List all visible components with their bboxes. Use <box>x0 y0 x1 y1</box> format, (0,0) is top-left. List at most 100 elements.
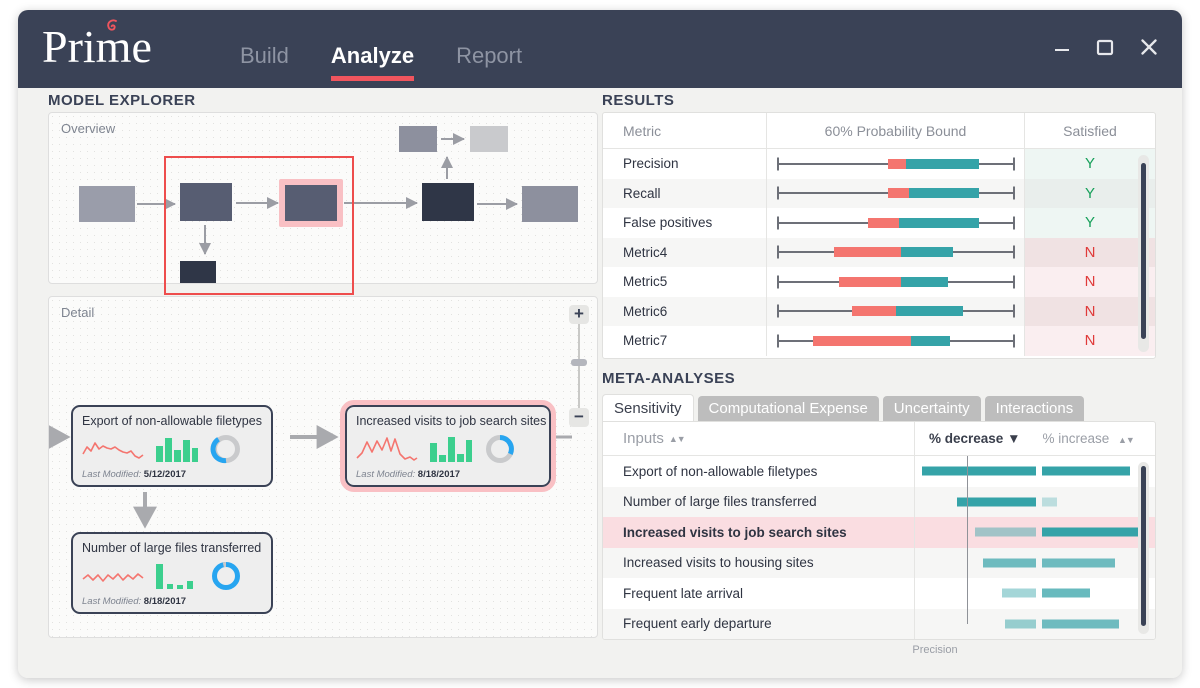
bound-segment-below <box>813 335 912 346</box>
bound-segment-above <box>911 335 951 346</box>
results-metric-name: Metric6 <box>603 296 767 326</box>
column-header-increase[interactable]: % increase ▲▼ <box>1042 431 1135 446</box>
sensitivity-table-row[interactable]: Increased visits to housing sites <box>603 547 1155 578</box>
tab-computational-expense[interactable]: Computational Expense <box>697 396 879 421</box>
sensitivity-table-row[interactable]: Increased visits to job search sites <box>603 517 1155 548</box>
results-table-row[interactable]: Precision Y <box>603 149 1155 179</box>
column-header-decrease[interactable]: % decrease ▼ <box>929 431 1020 446</box>
sensitivity-scrollbar-track[interactable] <box>1138 462 1149 634</box>
close-icon[interactable] <box>1138 36 1160 58</box>
bar-chart-icon <box>156 564 193 589</box>
maximize-icon[interactable] <box>1094 36 1116 58</box>
results-table-row[interactable]: Metric6 N <box>603 296 1155 326</box>
minimize-icon[interactable] <box>1052 37 1072 57</box>
sensitivity-bars-cell <box>915 578 1155 609</box>
satisfied-badge: Y <box>1025 208 1155 238</box>
nav-item-report[interactable]: Report <box>456 43 522 81</box>
sparkline-icon <box>82 573 144 582</box>
satisfied-badge: N <box>1025 326 1155 356</box>
sensitivity-table-row[interactable]: Frequent late arrival <box>603 578 1155 609</box>
probability-bound-cell <box>767 237 1025 267</box>
node-card-title: Export of non-allowable filetypes <box>82 414 262 428</box>
column-header-metric[interactable]: Metric <box>603 113 767 148</box>
satisfied-badge: N <box>1025 296 1155 326</box>
node-card-modified-value: 8/18/2017 <box>143 596 187 607</box>
overview-panel[interactable]: Overview <box>48 112 598 295</box>
increase-bar <box>1042 466 1130 476</box>
probability-bound-cell <box>767 208 1025 238</box>
probability-bound-cell <box>767 296 1025 326</box>
window-controls <box>1052 36 1160 58</box>
whisker-cap-left <box>777 245 780 259</box>
tab-sensitivity[interactable]: Sensitivity <box>602 394 694 421</box>
tab-uncertainty[interactable]: Uncertainty <box>882 396 981 421</box>
sensitivity-table-row[interactable]: Number of large files transferred <box>603 486 1155 518</box>
sensitivity-bars-cell <box>915 487 1155 518</box>
sensitivity-table-body: Export of non-allowable filetypes Number … <box>603 456 1155 639</box>
zoom-in-button[interactable]: + <box>569 305 589 324</box>
nav-item-analyze[interactable]: Analyze <box>330 43 415 81</box>
results-table-header: Metric 60% Probability Bound Satisfied <box>603 113 1155 149</box>
bound-segment-below <box>867 217 899 228</box>
sensitivity-table-row[interactable]: Frequent early departure <box>603 608 1155 639</box>
whisker-cap-right <box>1012 334 1015 348</box>
results-scrollbar-track[interactable] <box>1138 155 1149 352</box>
bound-segment-above <box>901 276 948 287</box>
sort-toggle-icon[interactable]: ▲▼ <box>1118 435 1135 445</box>
sensitivity-table-row[interactable]: Export of non-allowable filetypes <box>603 456 1155 487</box>
results-table-row[interactable]: False positives Y <box>603 208 1155 238</box>
satisfied-badge: N <box>1025 267 1155 297</box>
zoom-slider-track[interactable] <box>578 324 580 408</box>
sensitivity-input-name: Increased visits to housing sites <box>603 547 915 578</box>
zoom-slider-handle[interactable] <box>571 359 587 366</box>
sensitivity-input-name: Export of non-allowable filetypes <box>603 456 915 487</box>
logo-mark-icon <box>107 19 117 31</box>
whisker-cap-right <box>1012 186 1015 200</box>
node-card-modified-value: 8/18/2017 <box>417 469 461 480</box>
sensitivity-scrollbar-thumb[interactable] <box>1141 466 1146 626</box>
sort-desc-icon[interactable]: ▼ <box>1007 431 1020 446</box>
sensitivity-bar-headers: % decrease ▼ % increase ▲▼ <box>915 422 1155 455</box>
node-card-title: Number of large files transferred <box>82 541 262 555</box>
whisker-cap-left <box>777 334 780 348</box>
results-table-row[interactable]: Recall Y <box>603 178 1155 208</box>
results-table-row[interactable]: Metric7 N <box>603 326 1155 356</box>
results-table-row[interactable]: Metric4 N <box>603 237 1155 267</box>
sort-toggle-icon[interactable]: ▲▼ <box>669 434 686 444</box>
node-card-modified-value: 5/12/2017 <box>143 469 187 480</box>
column-header-satisfied[interactable]: Satisfied <box>1025 113 1155 148</box>
content-area: MODEL EXPLORER Overview Detail Export of… <box>18 88 1182 678</box>
results-title: RESULTS <box>602 92 675 109</box>
decrease-bar <box>974 527 1036 537</box>
results-table-row[interactable]: Metric5 N <box>603 267 1155 297</box>
app-logo: Prime <box>42 21 152 72</box>
node-card-export-filetypes[interactable]: Export of non-allowable filetypes Last M… <box>71 405 273 487</box>
probability-bound-cell <box>767 149 1025 179</box>
tab-interactions[interactable]: Interactions <box>984 396 1085 421</box>
sensitivity-bars-cell <box>915 517 1155 548</box>
zoom-slider[interactable]: + − <box>569 305 589 427</box>
node-card-modified: Last Modified: 5/12/2017 <box>82 469 262 480</box>
node-card-large-files[interactable]: Number of large files transferred Last M… <box>71 532 273 614</box>
decrease-bar <box>982 558 1036 568</box>
results-metric-name: Precision <box>603 149 767 179</box>
node-card-job-search-sites[interactable]: Increased visits to job search sites Las… <box>340 400 556 492</box>
nav-item-build[interactable]: Build <box>240 43 289 81</box>
bar-chart-icon <box>156 438 198 462</box>
bound-segment-below <box>888 158 907 169</box>
bound-segment-above <box>898 217 979 228</box>
column-header-inputs[interactable]: Inputs ▲▼ <box>603 422 915 455</box>
sensitivity-input-name: Number of large files transferred <box>603 486 915 517</box>
whisker-cap-left <box>777 186 780 200</box>
gauge-donut-icon <box>210 435 240 464</box>
increase-bar <box>1042 527 1141 537</box>
node-card-modified: Last Modified: 8/18/2017 <box>356 469 540 480</box>
results-table-body: Precision Y Recall Y False positives Y Metric4… <box>603 149 1155 356</box>
detail-panel[interactable]: Detail Export of non-allowable filetypes… <box>48 296 598 638</box>
title-bar: Prime Build Analyze Report <box>18 10 1182 88</box>
zoom-out-button[interactable]: − <box>569 408 589 427</box>
probability-bound-cell <box>767 178 1025 208</box>
model-explorer-column: MODEL EXPLORER Overview Detail Export of… <box>48 88 598 678</box>
column-header-probability-bound[interactable]: 60% Probability Bound <box>767 113 1025 148</box>
results-scrollbar-thumb[interactable] <box>1141 163 1146 339</box>
